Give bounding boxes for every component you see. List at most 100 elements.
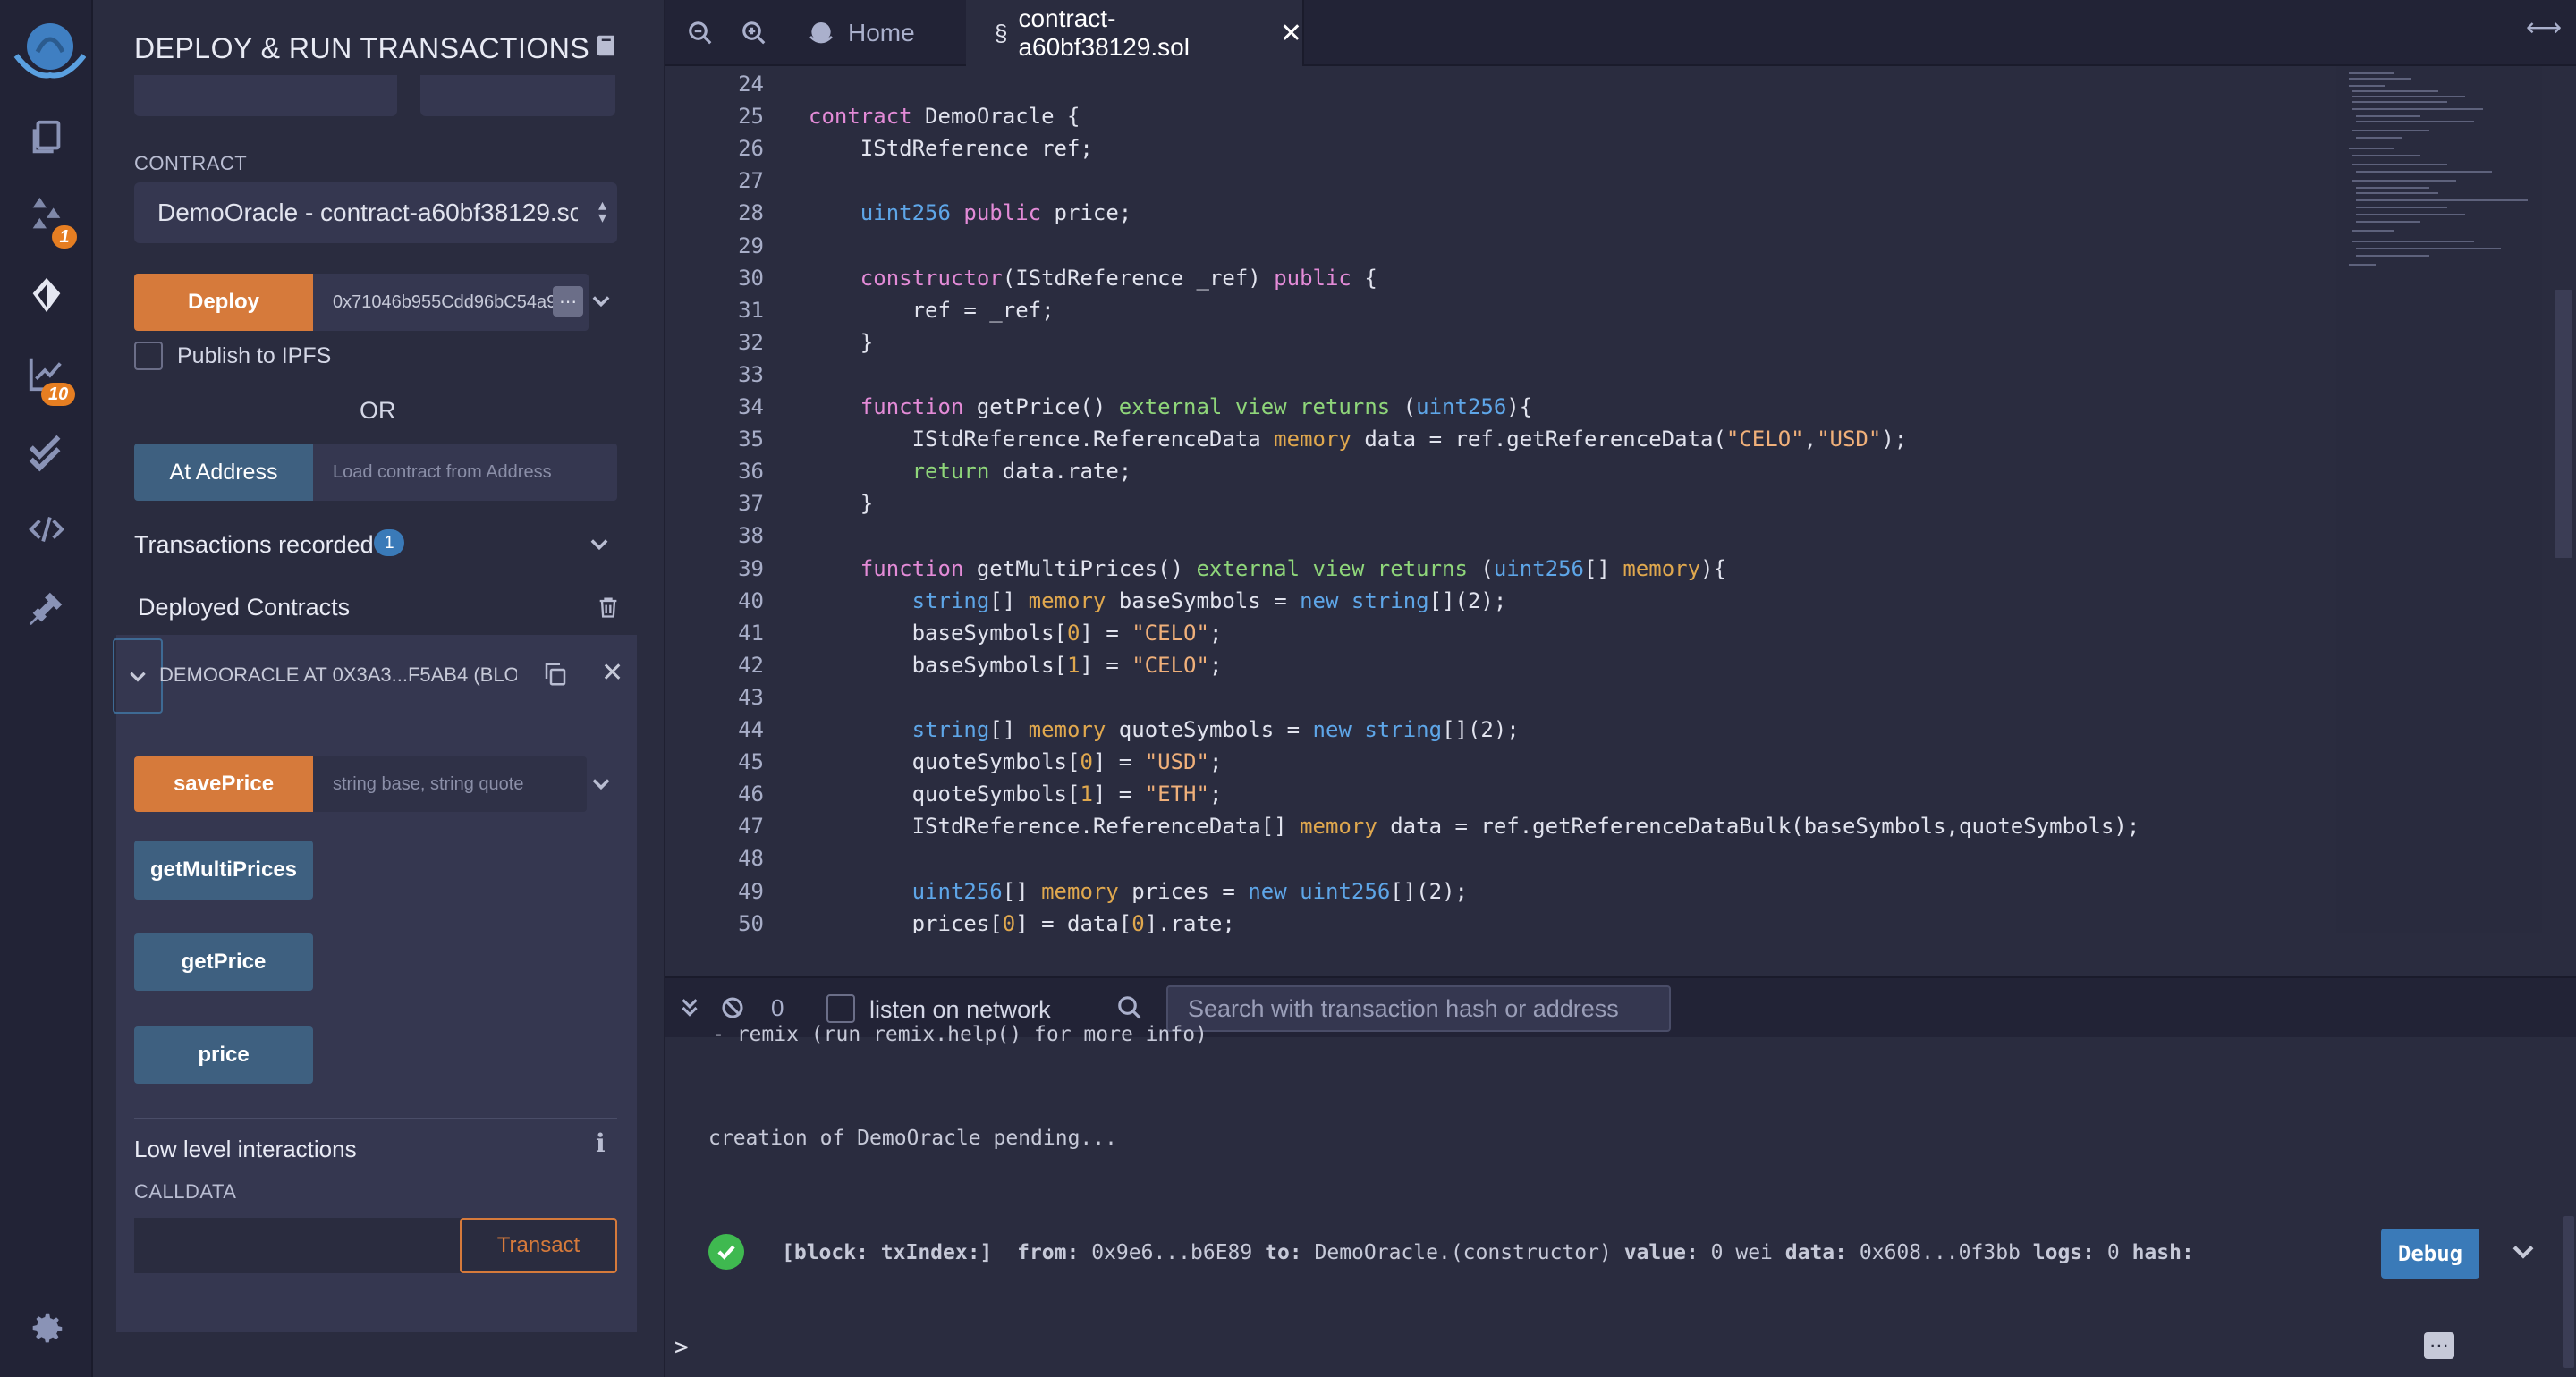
zoom-in-icon[interactable] [741,20,767,46]
settings-gear-icon[interactable] [20,1302,73,1356]
collapse-terminal-icon[interactable] [676,994,703,1021]
terminal-scrollbar[interactable] [2563,1216,2574,1368]
code-line[interactable]: 39 function getMultiPrices() external vi… [665,553,2338,585]
constructor-arg-input[interactable]: 0x71046b955Cdd96bC54a9 [313,274,589,331]
code-editor[interactable]: 24 25 contract DemoOracle {26 IStdReferenc… [665,66,2576,933]
code-line[interactable]: 43 [665,681,2338,714]
code-line[interactable]: 50 prices[0] = data[0].rate; [665,908,2338,933]
line-number: 24 [738,72,764,97]
line-code: ref = _ref; [809,297,1055,323]
debug-button[interactable]: Debug [2381,1229,2479,1279]
close-tab-icon[interactable]: ✕ [1280,18,1302,49]
code-line[interactable]: 28 uint256 public price; [665,197,2338,229]
transactions-expand-chevron-icon[interactable] [587,531,612,561]
tx-value-value: 0 wei [1710,1241,1773,1264]
tx-logs-label: logs: [2032,1241,2095,1264]
code-line[interactable]: 30 constructor(IStdReference _ref) publi… [665,262,2338,294]
code-line[interactable]: 32 } [665,326,2338,359]
line-number: 32 [738,329,764,355]
tx-log-line[interactable]: [block: txIndex:] from: 0x9e6...b6E89 to… [782,1241,2194,1264]
remove-instance-close-icon[interactable]: ✕ [601,660,623,687]
get-price-button[interactable]: getPrice [134,933,313,991]
line-number: 44 [738,717,764,742]
at-address-button[interactable]: At Address [134,444,313,501]
transaction-search-input[interactable]: Search with transaction hash or address [1166,985,1671,1032]
calldata-label: CALLDATA [134,1180,237,1203]
tab-contract-file-label: contract-a60bf38129.sol [1018,4,1190,61]
code-line[interactable]: 36 return data.rate; [665,455,2338,487]
minimap[interactable] [2336,66,2542,933]
code-line[interactable]: 45 quoteSymbols[0] = "USD"; [665,746,2338,778]
clear-console-icon[interactable] [719,994,746,1021]
code-line[interactable]: 48 [665,842,2338,874]
deploy-expand-chevron-icon[interactable] [589,288,614,317]
line-code: } [809,329,874,355]
save-price-button[interactable]: savePrice [134,756,313,812]
code-line[interactable]: 33 [665,359,2338,391]
tab-contract-file[interactable]: § contract-a60bf38129.sol ✕ [966,0,1304,66]
save-price-expand-chevron-icon[interactable] [589,771,614,800]
transact-button[interactable]: Transact [460,1218,617,1273]
line-code: constructor(IStdReference _ref) public { [860,265,1377,291]
line-number: 37 [738,491,764,517]
deploy-run-icon[interactable] [20,268,73,322]
code-line[interactable]: 34 function getPrice() external view ret… [665,391,2338,423]
code-line[interactable]: 31 ref = _ref; [665,294,2338,326]
line-code: contract DemoOracle { [809,104,1080,130]
pending-tx-count: 0 [771,994,784,1021]
terminal-more-icon[interactable]: ⋯ [2424,1332,2454,1359]
info-icon[interactable]: i [596,1128,606,1158]
tab-home[interactable]: Home [796,0,966,66]
code-line[interactable]: 26 IStdReference ref; [665,132,2338,165]
code-line[interactable]: 47 IStdReference.ReferenceData[] memory … [665,810,2338,842]
deploy-button[interactable]: Deploy [134,274,313,331]
line-number: 25 [738,104,764,130]
code-line[interactable]: 37 } [665,487,2338,520]
paste-more-icon[interactable]: ⋯ [553,286,583,317]
calldata-input[interactable] [134,1218,465,1273]
editor-scrollbar-thumb[interactable] [2555,290,2572,558]
code-line[interactable]: 42 baseSymbols[1] = "CELO"; [665,649,2338,681]
get-multi-prices-button[interactable]: getMultiPrices [134,841,313,900]
code-line[interactable]: 29 [665,230,2338,262]
code-line[interactable]: 44 string[] memory quoteSymbols = new st… [665,714,2338,746]
testing-icon[interactable] [20,426,73,479]
code-line[interactable]: 40 string[] memory baseSymbols = new str… [665,585,2338,617]
price-button[interactable]: price [134,1026,313,1084]
low-level-label: Low level interactions [134,1136,357,1162]
code-line[interactable]: 35 IStdReference.ReferenceData memory da… [665,423,2338,455]
code-line[interactable]: 24 [665,68,2338,100]
minimap-preview [2349,72,2528,266]
zoom-out-icon[interactable] [687,20,714,46]
expand-panels-icon[interactable]: ⟷ [2526,13,2562,42]
code-line[interactable]: 49 uint256[] memory prices = new uint256… [665,875,2338,908]
code-icon[interactable] [20,503,73,556]
contract-select[interactable]: DemoOracle - contract-a60bf38129.sol ▴ ▾ [134,182,617,243]
gas-limit-input[interactable] [420,75,615,116]
tx-expand-chevron-icon[interactable] [2508,1236,2538,1266]
line-code: prices[0] = data[0].rate; [809,910,1235,933]
editor-scrollbar[interactable] [2551,66,2576,933]
remix-logo-icon[interactable] [7,20,86,82]
instance-collapse-toggle[interactable] [113,638,163,714]
code-line[interactable]: 41 baseSymbols[0] = "CELO"; [665,617,2338,649]
code-line[interactable]: 38 [665,520,2338,552]
save-price-args-input[interactable]: string base, string quote [313,756,587,812]
copy-address-icon[interactable] [542,660,569,688]
listen-network-label: listen on network [869,996,1051,1023]
listen-network-checkbox[interactable] [826,994,855,1023]
docs-book-icon[interactable] [594,32,621,59]
publish-ipfs-checkbox[interactable] [134,342,163,370]
line-code: quoteSymbols[1] = "ETH"; [809,781,1223,807]
line-number: 48 [738,846,764,872]
clear-instances-trash-icon[interactable] [596,594,621,621]
code-line[interactable]: 25 contract DemoOracle { [665,100,2338,132]
line-number: 43 [738,684,764,710]
line-number: 34 [738,394,764,419]
code-line[interactable]: 46 quoteSymbols[1] = "ETH"; [665,778,2338,810]
code-line[interactable]: 27 [665,165,2338,197]
account-select[interactable] [134,75,397,116]
plugin-manager-icon[interactable] [20,581,73,635]
at-address-input[interactable]: Load contract from Address [313,444,617,501]
file-explorer-icon[interactable] [20,111,73,165]
